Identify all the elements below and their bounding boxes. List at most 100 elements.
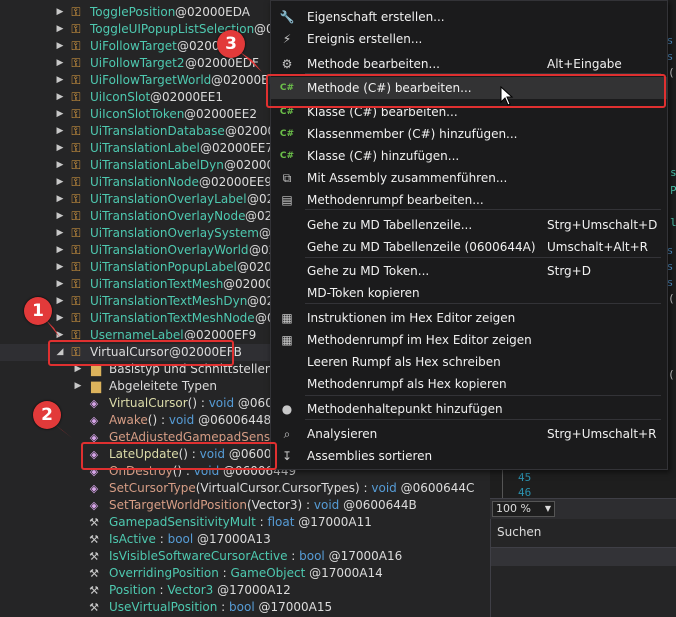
member-return-type: GameObject: [230, 566, 306, 580]
menu-item-shortcut: Strg+Umschalt+R: [547, 427, 657, 441]
class-icon: ⚿: [71, 124, 81, 138]
menu-item-shortcut: Alt+Eingabe: [547, 57, 622, 71]
highlight-menu-item: [266, 74, 666, 108]
search-panel: Suchen: [490, 519, 676, 617]
expand-toggle-icon[interactable]: ▶: [54, 208, 66, 225]
member-return-type: void: [371, 481, 397, 495]
menu-item-12[interactable]: Gehe zu MD Token... Strg+D: [271, 260, 667, 282]
tree-row-member[interactable]: ⚒ Position : Vector3 @17000A12: [0, 582, 490, 599]
expand-toggle-icon[interactable]: ▶: [54, 106, 66, 123]
menu-item-shortcut: Umschalt+Alt+R: [547, 240, 649, 254]
expand-toggle-icon[interactable]: ▶: [54, 310, 66, 327]
code-fragment: (: [668, 66, 675, 79]
zoom-value: 100 %: [496, 502, 531, 515]
expand-toggle-icon[interactable]: ▶: [54, 259, 66, 276]
badge-3: 3: [217, 30, 245, 58]
expand-toggle-icon[interactable]: ▶: [54, 21, 66, 38]
class-icon: ⚿: [71, 39, 81, 53]
expand-toggle-icon[interactable]: ▶: [54, 38, 66, 55]
tree-item-name: UiIconSlotToken: [90, 107, 185, 121]
member-params: :: [155, 583, 168, 597]
expand-toggle-icon[interactable]: ▶: [54, 123, 66, 140]
expand-toggle-icon[interactable]: ▶: [54, 72, 66, 89]
expand-toggle-icon[interactable]: ▶: [54, 191, 66, 208]
member-signature: Position : Vector3 @17000A12: [109, 582, 291, 599]
class-icon: ⚿: [71, 90, 81, 104]
member-signature: IsVisibleSoftwareCursorActive : bool @17…: [109, 548, 402, 565]
menu-item-label: Klassenmember (C#) hinzufügen...: [307, 127, 518, 141]
member-name: IsVisibleSoftwareCursorActive: [109, 549, 288, 563]
tree-item-name: UiFollowTarget: [90, 39, 177, 53]
menu-item-2[interactable]: ⚡ Ereignis erstellen...: [271, 28, 667, 50]
property-icon: ⚒: [89, 550, 99, 563]
expand-toggle-icon[interactable]: ▶: [54, 89, 66, 106]
metadata-token: @17000A15: [254, 600, 333, 614]
member-params: :: [287, 549, 300, 563]
member-params: (VirtualCursor.CursorTypes) :: [195, 481, 372, 495]
code-fragment: 46: [518, 486, 532, 498]
tree-row-member[interactable]: ◈ SetCursorType(VirtualCursor.CursorTypes…: [0, 480, 490, 497]
search-input[interactable]: [491, 547, 676, 566]
metadata-token: @17000A13: [193, 532, 271, 546]
tree-row-member[interactable]: ◈ SetTargetWorldPosition(Vector3) : void …: [0, 497, 490, 514]
tree-item-name: Abgeleitete Typen: [109, 379, 218, 393]
tree-row-member[interactable]: ⚒ OverridingPosition : GameObject @17000A…: [0, 565, 490, 582]
expand-toggle-icon[interactable]: ▶: [54, 242, 66, 259]
menu-item-9[interactable]: ▤ Methodenrumpf bearbeiten...: [271, 189, 667, 211]
tree-item-name: UiTranslationLabelDyn: [90, 158, 224, 172]
tree-item-name: UiTranslationDatabase: [90, 124, 225, 138]
menu-item-label: Methodenrumpf im Hex Editor zeigen: [307, 333, 532, 347]
menu-item-7[interactable]: C# Klasse (C#) hinzufügen...: [271, 145, 667, 167]
menu-item-label: Methodenrumpf bearbeiten...: [307, 193, 484, 207]
code-fragment: 45: [518, 471, 532, 484]
tree-row-member[interactable]: ⚒ UseVirtualPosition : bool @17000A15: [0, 599, 490, 616]
menu-item-11[interactable]: Gehe zu MD Tabellenzeile (0600644A) Umsch…: [271, 236, 667, 258]
menu-item-15[interactable]: ▦ Methodenrumpf im Hex Editor zeigen: [271, 329, 667, 351]
menu-item-icon: ↧: [281, 449, 293, 463]
tree-row-member[interactable]: ⚒ IsVisibleSoftwareCursorActive : bool @1…: [0, 548, 490, 565]
expand-toggle-icon[interactable]: ▶: [54, 157, 66, 174]
menu-item-label: Gehe zu MD Token...: [307, 264, 430, 278]
menu-item-1[interactable]: 🔧 Eigenschaft erstellen...: [271, 6, 667, 28]
tree-row-member[interactable]: ⚒ IsActive : bool @17000A13: [0, 531, 490, 548]
tree-item-name: UiTranslationOverlayWorld: [90, 243, 249, 257]
metadata-token: @17000A12: [213, 583, 291, 597]
menu-item-20[interactable]: ↧ Assemblies sortieren: [271, 445, 667, 467]
menu-item-14[interactable]: ▦ Instruktionen im Hex Editor zeigen: [271, 307, 667, 329]
menu-item-17[interactable]: Methodenrumpf als Hex kopieren: [271, 373, 667, 395]
expand-toggle-icon[interactable]: ▶: [54, 4, 66, 21]
tree-row-member[interactable]: ⚒ GamepadSensitivityMult : float @17000A1…: [0, 514, 490, 531]
code-fragment: lP: [670, 216, 676, 229]
chevron-down-icon[interactable]: ▼: [545, 502, 551, 516]
property-icon: ⚒: [89, 601, 99, 614]
member-return-type: void: [313, 498, 340, 512]
member-params: () :: [147, 413, 169, 427]
class-icon: ⚿: [71, 175, 81, 189]
class-icon: ⚿: [71, 226, 81, 240]
expand-toggle-icon[interactable]: ▶: [54, 293, 66, 310]
menu-item-label: Klasse (C#) hinzufügen...: [307, 149, 460, 163]
expand-toggle-icon[interactable]: ▶: [54, 276, 66, 293]
class-icon: ⚿: [71, 141, 81, 155]
zoom-combobox[interactable]: 100 % ▼: [492, 501, 555, 517]
menu-item-10[interactable]: Gehe zu MD Tabellenzeile... Strg+Umschalt…: [271, 214, 667, 236]
expand-toggle-icon[interactable]: ▶: [54, 140, 66, 157]
menu-item-16[interactable]: Leeren Rumpf als Hex schreiben: [271, 351, 667, 373]
member-params: :: [255, 515, 268, 529]
editor-zoom-bar: 100 % ▼: [490, 498, 676, 519]
menu-item-3[interactable]: ⚙ Methode bearbeiten... Alt+Eingabe: [271, 53, 667, 75]
expand-toggle-icon[interactable]: ▶: [54, 225, 66, 242]
menu-item-13[interactable]: MD-Token kopieren: [271, 282, 667, 304]
menu-item-18[interactable]: ● Methodenhaltepunkt hinzufügen: [271, 398, 667, 420]
expand-toggle-icon[interactable]: ▶: [54, 174, 66, 191]
menu-item-6[interactable]: C# Klassenmember (C#) hinzufügen...: [271, 123, 667, 145]
menu-item-8[interactable]: ⧉ Mit Assembly zusammenführen...: [271, 167, 667, 189]
metadata-token: @17000A11: [294, 515, 372, 529]
tree-item-name: UiTranslationTextMeshNode: [90, 311, 255, 325]
member-params: (Vector3) :: [246, 498, 314, 512]
expand-toggle-icon[interactable]: ▶: [54, 55, 66, 72]
menu-item-19[interactable]: ⌕ Analysieren Strg+Umschalt+R: [271, 423, 667, 445]
metadata-token: @02000EE9: [199, 175, 272, 189]
expand-toggle-icon[interactable]: ▶: [72, 378, 84, 395]
class-icon: ⚿: [71, 73, 81, 87]
